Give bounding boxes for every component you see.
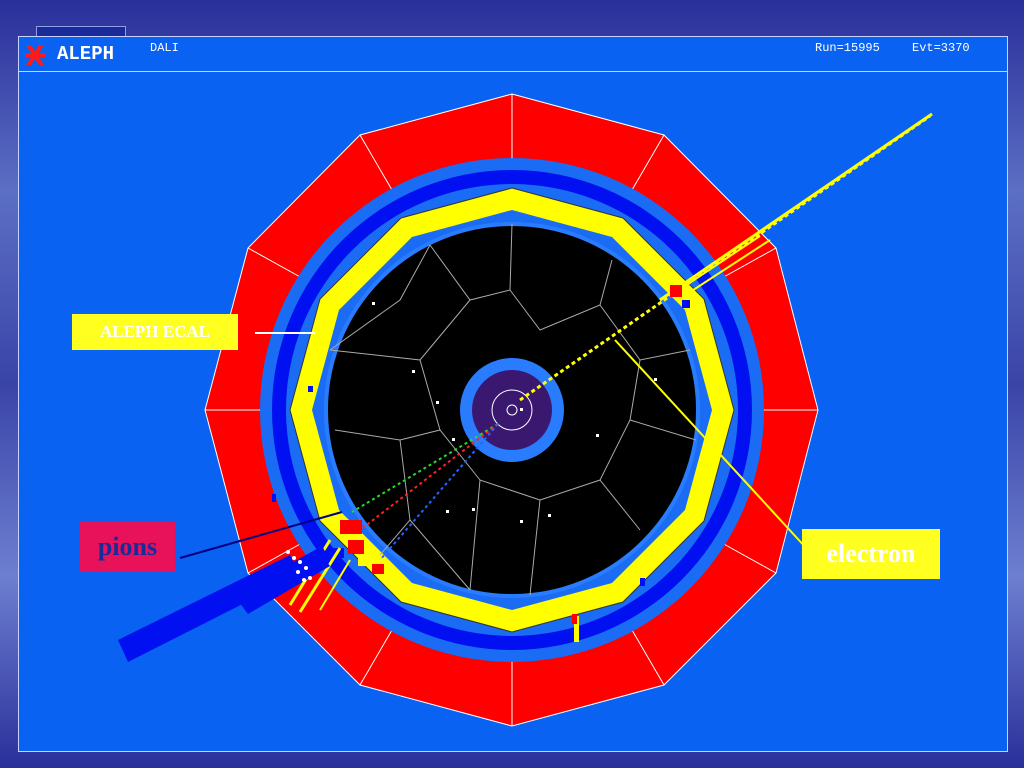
electron-ecal-hit	[670, 285, 682, 297]
electron-label: electron	[802, 529, 940, 579]
ecal-hit-bottom-red	[572, 614, 577, 624]
coil-hit-right	[640, 578, 645, 586]
coil-hit-left-1	[272, 494, 276, 502]
electron-hcal-hit	[682, 300, 690, 308]
vertex-detector	[472, 370, 552, 450]
pions-label: pions	[80, 522, 175, 572]
detector-view	[118, 93, 933, 727]
ecal-label: ALEPH ECAL	[72, 314, 238, 350]
coil-hit-left-2	[308, 386, 313, 392]
